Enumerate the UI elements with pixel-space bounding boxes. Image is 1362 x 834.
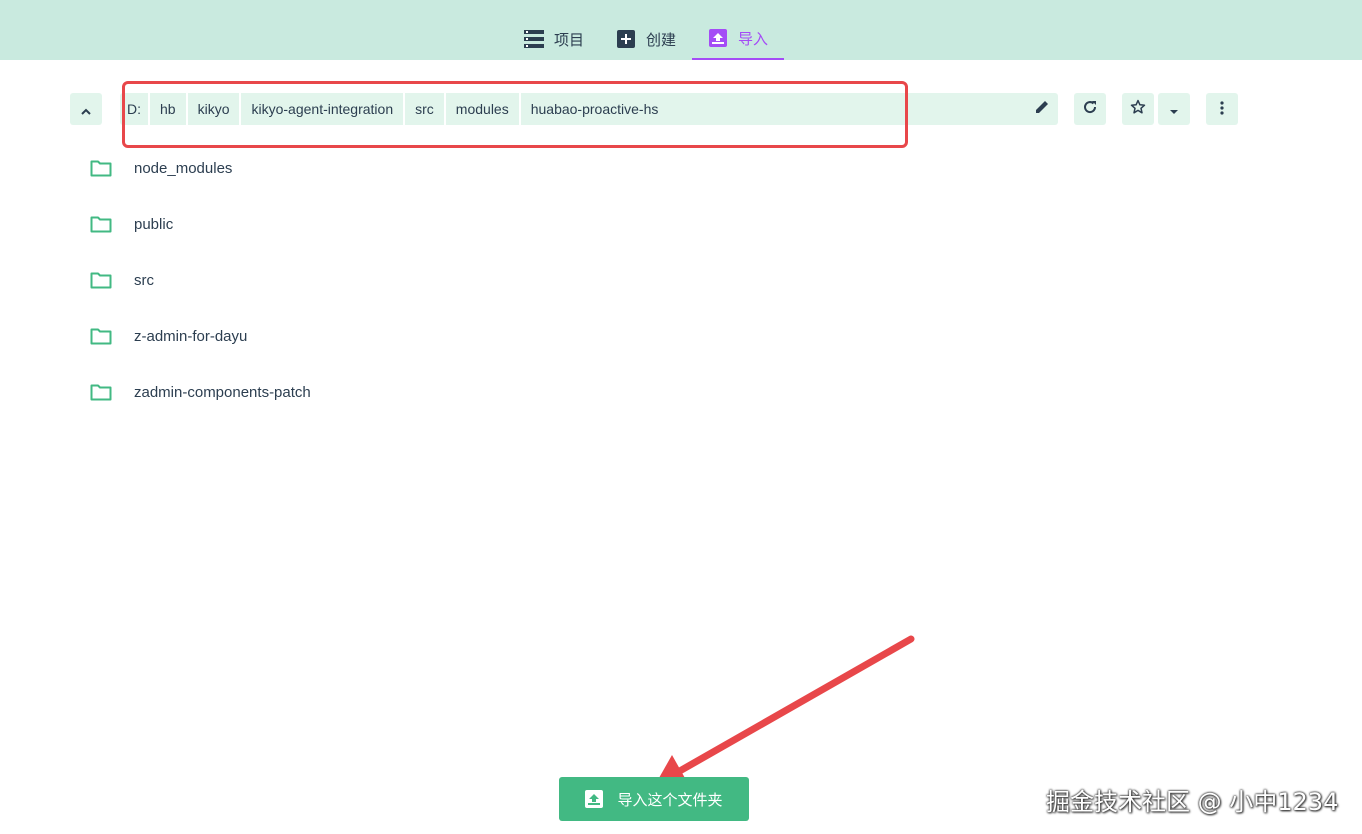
more-options-button[interactable]: [1206, 93, 1238, 125]
top-nav-bar: 项目 创建 导入: [0, 0, 1362, 60]
tab-create-label: 创建: [646, 30, 677, 49]
refresh-icon: [1082, 99, 1098, 119]
folder-icon: [90, 213, 112, 235]
folder-item[interactable]: public: [90, 196, 311, 252]
nav-tabs: 项目 创建 导入: [508, 18, 785, 60]
watermark: 掘金技术社区 @ 小中1234: [1046, 788, 1339, 816]
favorites-dropdown-button[interactable]: [1158, 93, 1190, 125]
folder-item[interactable]: zadmin-components-patch: [90, 364, 311, 420]
tab-projects[interactable]: 项目: [508, 18, 600, 60]
parent-folder-button[interactable]: [70, 93, 102, 125]
folder-item[interactable]: src: [90, 252, 311, 308]
folder-icon: [90, 381, 112, 403]
path-segment[interactable]: kikyo-agent-integration: [241, 93, 406, 125]
folder-item[interactable]: z-admin-for-dayu: [90, 308, 311, 364]
import-icon: [708, 28, 728, 48]
tab-import-label: 导入: [738, 29, 769, 48]
path-segment[interactable]: modules: [446, 93, 521, 125]
folder-name: z-admin-for-dayu: [134, 327, 248, 345]
tab-projects-label: 项目: [554, 30, 585, 49]
folder-name: node_modules: [134, 159, 233, 177]
folder-icon: [90, 157, 112, 179]
folder-name: zadmin-components-patch: [134, 383, 311, 401]
path-segment[interactable]: src: [405, 93, 446, 125]
caret-down-icon: [1169, 100, 1179, 119]
tab-import[interactable]: 导入: [692, 18, 785, 60]
tab-create[interactable]: 创建: [600, 18, 692, 60]
favorite-button[interactable]: [1122, 93, 1154, 125]
chevron-up-icon: [80, 100, 92, 119]
folder-icon: [90, 269, 112, 291]
folder-item[interactable]: node_modules: [90, 140, 311, 196]
dots-vertical-icon: [1220, 100, 1224, 119]
import-folder-label: 导入这个文件夹: [617, 790, 723, 809]
import-folder-button[interactable]: 导入这个文件夹: [559, 777, 749, 821]
list-icon: [524, 29, 544, 49]
path-segment[interactable]: hb: [150, 93, 188, 125]
folder-name: src: [134, 271, 154, 289]
plus-box-icon: [616, 29, 636, 49]
import-icon: [585, 789, 605, 809]
folder-icon: [90, 325, 112, 347]
path-segment[interactable]: huabao-proactive-hs: [521, 93, 669, 125]
folder-name: public: [134, 215, 174, 233]
path-segment[interactable]: D:: [120, 93, 150, 125]
folder-list: node_modules public src z-admin-for-dayu…: [90, 140, 311, 420]
path-segment[interactable]: kikyo: [188, 93, 242, 125]
pencil-icon: [1034, 99, 1050, 119]
path-breadcrumb: D: hb kikyo kikyo-agent-integration src …: [120, 93, 1058, 125]
refresh-button[interactable]: [1074, 93, 1106, 125]
star-outline-icon: [1130, 99, 1146, 119]
edit-path-button[interactable]: [1032, 99, 1052, 119]
